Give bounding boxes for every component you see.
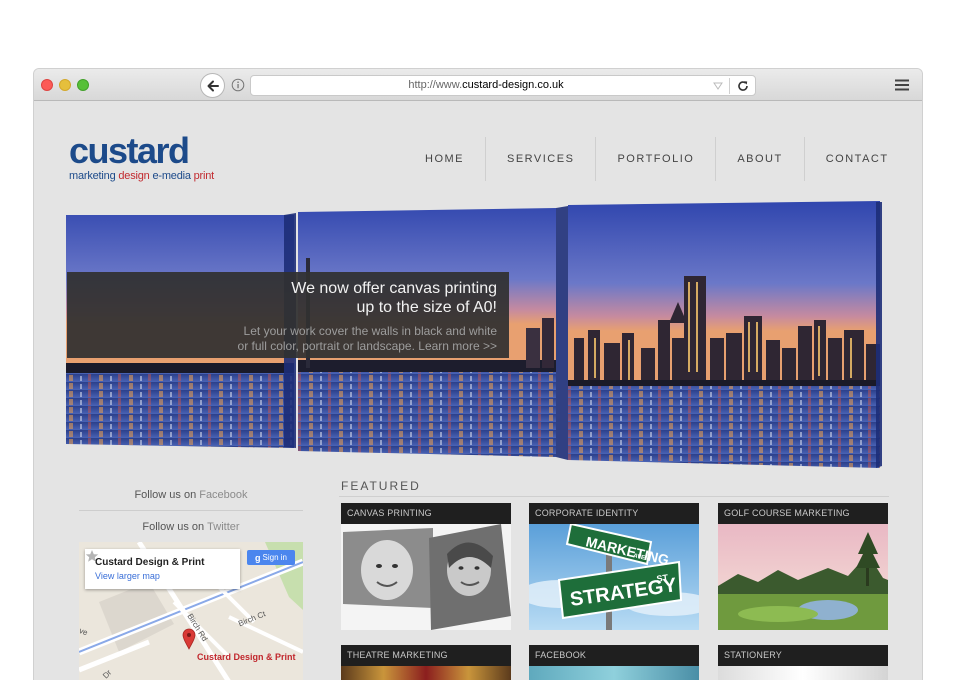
- map-pin-label: Custard Design & Print: [197, 652, 296, 662]
- social-links: Follow us on Facebook Follow us on Twitter: [79, 479, 303, 543]
- site-logo[interactable]: custard marketing design e-media print: [69, 130, 229, 184]
- zoom-window-button[interactable]: [77, 79, 89, 91]
- map-business-name: Custard Design & Print: [95, 557, 205, 568]
- main-nav: HOME SERVICES PORTFOLIO ABOUT CONTACT: [404, 137, 910, 181]
- address-bar-divider: [729, 78, 730, 94]
- browser-window: http://www.custard-design.co.uk custard …: [34, 69, 922, 680]
- web-page: custard marketing design e-media print H…: [34, 102, 922, 680]
- reload-icon: [738, 81, 748, 91]
- tile-image-theatre: [341, 666, 511, 680]
- map-pin-icon[interactable]: [182, 628, 196, 650]
- featured-tile-theatre-marketing[interactable]: THEATRE MARKETING: [341, 645, 511, 680]
- golf-course-graphic: [718, 524, 888, 630]
- nav-portfolio[interactable]: PORTFOLIO: [595, 137, 715, 181]
- tile-image-golf-course: [718, 524, 888, 630]
- tile-image-stationery: [718, 666, 888, 680]
- tile-image-corporate-identity: MARKETING AVE STRATEGY ST: [529, 524, 699, 630]
- logo-wordmark: custard: [69, 130, 190, 171]
- star-icon[interactable]: [85, 549, 99, 563]
- hero-headline: We now offer canvas printing up to the s…: [291, 280, 497, 316]
- featured-divider: [339, 496, 889, 497]
- address-bar[interactable]: http://www.custard-design.co.uk: [250, 75, 756, 96]
- back-button[interactable]: [200, 73, 225, 98]
- tile-label: CANVAS PRINTING: [341, 503, 511, 524]
- follow-facebook-link[interactable]: Follow us on Facebook: [79, 479, 303, 511]
- tile-label: FACEBOOK: [529, 645, 699, 666]
- tile-label: THEATRE MARKETING: [341, 645, 511, 666]
- site-info-button[interactable]: [230, 77, 246, 93]
- tile-label: CORPORATE IDENTITY: [529, 503, 699, 524]
- info-icon: [231, 78, 245, 92]
- featured-tile-facebook[interactable]: FACEBOOK: [529, 645, 699, 680]
- street-signs-graphic: MARKETING AVE STRATEGY ST: [529, 524, 699, 630]
- featured-tile-golf-course-marketing[interactable]: GOLF COURSE MARKETING: [718, 503, 888, 630]
- tile-image-canvas-printing: [341, 524, 511, 630]
- tile-image-facebook: [529, 666, 699, 680]
- nav-services[interactable]: SERVICES: [485, 137, 595, 181]
- view-larger-map-link[interactable]: View larger map: [95, 571, 160, 581]
- hamburger-menu-icon[interactable]: [894, 78, 910, 92]
- hero-banner[interactable]: We now offer canvas printing up to the s…: [66, 198, 882, 472]
- featured-heading: FEATURED: [341, 479, 421, 493]
- dropdown-triangle-icon[interactable]: [711, 80, 725, 92]
- url-text: http://www.custard-design.co.uk: [408, 79, 564, 91]
- hero-learn-more-link[interactable]: Let your work cover the walls in black a…: [67, 324, 497, 354]
- nav-home[interactable]: HOME: [404, 137, 485, 181]
- featured-tile-corporate-identity[interactable]: CORPORATE IDENTITY MARKETING AVE STRATEG…: [529, 503, 699, 630]
- map-sign-in-button[interactable]: g Sign in: [247, 550, 295, 565]
- google-map-embed[interactable]: Custard Design & Print View larger map g…: [79, 542, 303, 680]
- nav-contact[interactable]: CONTACT: [803, 137, 910, 181]
- browser-toolbar: http://www.custard-design.co.uk: [34, 69, 922, 101]
- arrow-left-icon: [207, 80, 219, 91]
- featured-tile-stationery[interactable]: STATIONERY: [718, 645, 888, 680]
- sign-st-text: ST: [656, 572, 669, 584]
- map-info-card: Custard Design & Print View larger map: [85, 549, 240, 589]
- logo-tagline: marketing design e-media print: [69, 170, 215, 182]
- close-window-button[interactable]: [41, 79, 53, 91]
- nav-about[interactable]: ABOUT: [715, 137, 803, 181]
- featured-tile-canvas-printing[interactable]: CANVAS PRINTING: [341, 503, 511, 630]
- minimize-window-button[interactable]: [59, 79, 71, 91]
- follow-twitter-link[interactable]: Follow us on Twitter: [79, 511, 303, 543]
- canvas-photos-graphic: [341, 524, 511, 630]
- reload-button[interactable]: [735, 78, 751, 94]
- tile-label: GOLF COURSE MARKETING: [718, 503, 888, 524]
- tile-label: STATIONERY: [718, 645, 888, 666]
- google-g-icon: g: [255, 552, 261, 563]
- hero-caption-panel: We now offer canvas printing up to the s…: [67, 272, 509, 358]
